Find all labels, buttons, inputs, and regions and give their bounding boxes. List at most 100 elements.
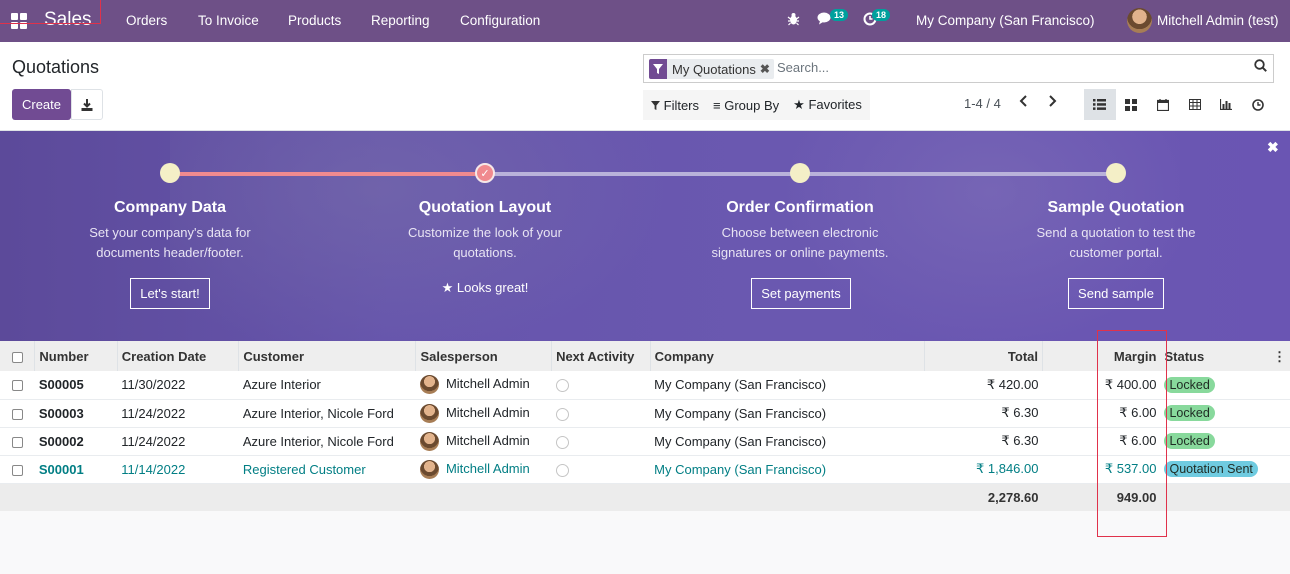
cell-next-activity[interactable] [551, 427, 651, 456]
cell-total: ₹ 1,846.00 [924, 455, 1043, 484]
step-1-title: Company Data [113, 199, 227, 216]
graph-view-icon[interactable] [1210, 89, 1242, 120]
row-checkbox[interactable] [0, 455, 35, 484]
avatar [419, 375, 439, 395]
activity-clock-icon [555, 407, 569, 421]
row-checkbox[interactable] [0, 371, 35, 400]
header-status[interactable]: Status ⋮ [1160, 341, 1290, 371]
activity-badge: 18 [872, 9, 891, 21]
activity-view-icon[interactable] [1242, 89, 1274, 120]
activity-clock-icon [555, 463, 569, 477]
menu-configuration[interactable]: Configuration [460, 13, 540, 28]
step-4-dot [1106, 163, 1126, 183]
download-button[interactable] [71, 89, 103, 120]
calendar-view-icon[interactable] [1147, 89, 1179, 120]
pager-value[interactable]: 1-4 / 4 [964, 96, 1001, 111]
messages-badge: 13 [830, 9, 849, 21]
cell-customer: Registered Customer [238, 455, 416, 484]
pivot-view-icon[interactable] [1179, 89, 1211, 120]
group-by-dropdown[interactable]: ≡ Group By [713, 98, 779, 113]
cell-number: S00002 [34, 427, 118, 456]
search-input[interactable]: Search... [777, 60, 829, 75]
search-facet: My Quotations ✖ [649, 59, 774, 79]
header-number[interactable]: Number [34, 341, 118, 371]
filters-dropdown[interactable]: Filters [651, 98, 699, 113]
send-sample-button[interactable]: Send sample [1068, 278, 1164, 309]
star-icon: ★ [441, 280, 454, 295]
menu-to-invoice[interactable]: To Invoice [198, 13, 259, 28]
facet-remove-icon[interactable]: ✖ [760, 62, 774, 76]
facet-label: My Quotations [672, 61, 756, 77]
cell-status: Locked [1160, 427, 1290, 456]
menu-products[interactable]: Products [288, 13, 341, 28]
row-checkbox[interactable] [0, 427, 35, 456]
status-badge: Quotation Sent [1164, 461, 1258, 477]
header-next-activity[interactable]: Next Activity [551, 341, 651, 371]
header-creation-date[interactable]: Creation Date [117, 341, 240, 371]
view-switcher [1084, 89, 1274, 120]
search-bar[interactable]: My Quotations ✖ Search... [643, 54, 1274, 83]
cell-total: ₹ 6.30 [924, 399, 1043, 428]
step-4-title: Sample Quotation [1047, 199, 1185, 216]
list-icon: ≡ [713, 97, 721, 113]
filter-icon [651, 100, 660, 110]
step-3-desc: Choose between electronic signatures or o… [711, 225, 889, 260]
cell-number: S00005 [34, 371, 118, 400]
step-2-done-label: ★ Looks great! [441, 280, 529, 295]
highlight-box [1097, 330, 1167, 537]
menu-reporting[interactable]: Reporting [371, 13, 430, 28]
cell-date: 11/24/2022 [117, 427, 239, 456]
set-payments-button[interactable]: Set payments [751, 278, 851, 309]
activity-clock-icon [555, 379, 569, 393]
cell-date: 11/30/2022 [117, 371, 239, 400]
cell-salesperson: Mitchell Admin [415, 371, 552, 400]
column-options-icon: ⋮ [1273, 348, 1286, 364]
cell-total: ₹ 6.30 [924, 427, 1043, 456]
cell-customer: Azure Interior, Nicole Ford [238, 399, 416, 428]
header-customer[interactable]: Customer [238, 341, 417, 371]
menu-orders[interactable]: Orders [126, 13, 167, 28]
activity-clock-icon [555, 435, 569, 449]
step-1-dot [160, 163, 180, 183]
close-icon[interactable]: ✖ [1267, 139, 1279, 156]
cell-status: Quotation Sent [1160, 455, 1290, 484]
user-menu[interactable]: Mitchell Admin (test) [1157, 13, 1279, 28]
header-salesperson[interactable]: Salesperson [415, 341, 553, 371]
highlight-box [0, 0, 101, 24]
page-title: Quotations [12, 57, 100, 77]
cell-status: Locked [1160, 399, 1290, 428]
footer-total: 2,278.60 [987, 489, 1039, 505]
company-switcher[interactable]: My Company (San Francisco) [916, 13, 1095, 28]
create-button[interactable]: Create [12, 89, 71, 120]
pager-next-icon[interactable] [1047, 94, 1057, 110]
step-3-title: Order Confirmation [726, 199, 874, 216]
cell-next-activity[interactable] [551, 399, 651, 428]
status-badge: Locked [1164, 433, 1215, 449]
cell-next-activity[interactable] [551, 455, 651, 484]
kanban-view-icon[interactable] [1116, 89, 1148, 120]
row-checkbox[interactable] [0, 399, 35, 428]
list-view-icon[interactable] [1084, 89, 1116, 120]
status-badge: Locked [1164, 405, 1215, 421]
cell-date: 11/24/2022 [117, 399, 239, 428]
pager-previous-icon[interactable] [1019, 94, 1029, 110]
cell-total: ₹ 420.00 [924, 371, 1043, 400]
cell-company: My Company (San Francisco) [650, 427, 925, 456]
avatar [419, 459, 439, 479]
filter-icon [649, 59, 667, 79]
select-all-checkbox[interactable] [0, 341, 36, 371]
cell-next-activity[interactable] [551, 371, 651, 400]
top-navbar: Sales Orders To Invoice Products Reporti… [0, 0, 1290, 42]
step-1-desc: Set your company's data for documents hea… [89, 225, 251, 260]
lets-start-button[interactable]: Let's start! [130, 278, 210, 309]
cell-salesperson: Mitchell Admin [415, 399, 552, 428]
bug-icon[interactable] [787, 12, 800, 29]
search-icon[interactable] [1254, 59, 1267, 75]
cell-company: My Company (San Francisco) [650, 399, 925, 428]
favorites-dropdown[interactable]: ★ Favorites [793, 97, 862, 113]
avatar [419, 431, 439, 451]
header-company[interactable]: Company [650, 341, 925, 371]
header-total[interactable]: Total [924, 341, 1044, 371]
user-avatar[interactable] [1127, 8, 1152, 33]
cell-company: My Company (San Francisco) [650, 371, 925, 400]
